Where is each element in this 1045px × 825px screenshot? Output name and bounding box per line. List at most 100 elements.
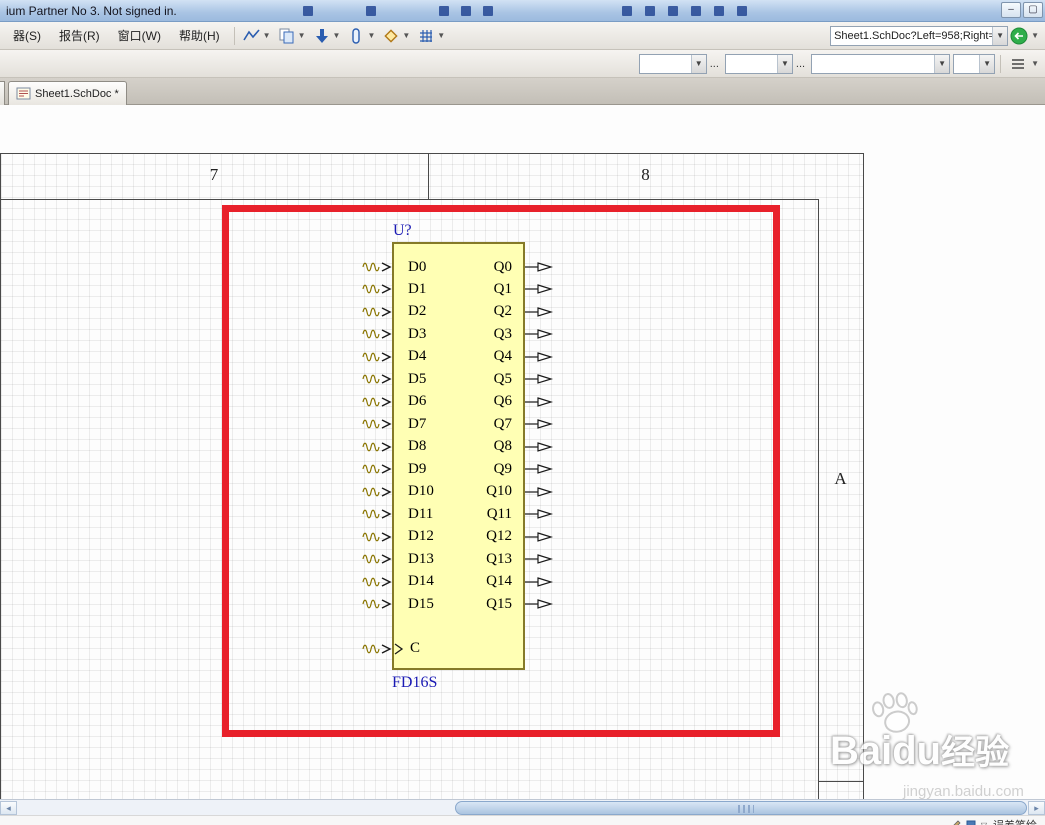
clock-pin-stub[interactable] bbox=[362, 643, 392, 655]
chevron-down-icon[interactable]: ▼ bbox=[979, 54, 995, 73]
pin-label-left: D4 bbox=[408, 348, 427, 365]
title-bar[interactable]: ium Partner No 3. Not signed in. – ▢ bbox=[0, 0, 1045, 22]
input-pin-stub[interactable] bbox=[362, 441, 392, 453]
input-pin-stub[interactable] bbox=[362, 396, 392, 408]
output-pin-stub[interactable] bbox=[525, 553, 555, 565]
input-pin-stub[interactable] bbox=[362, 463, 392, 475]
output-pin-stub[interactable] bbox=[525, 418, 555, 430]
filter-combo-2[interactable]: ▼ bbox=[811, 53, 951, 74]
component-name[interactable]: FD16S bbox=[392, 674, 437, 692]
list-options-button[interactable] bbox=[1007, 54, 1029, 74]
chevron-down-icon[interactable]: ▼ bbox=[437, 31, 445, 40]
input-pin-stub[interactable] bbox=[362, 283, 392, 295]
input-pin-stub[interactable] bbox=[362, 328, 392, 340]
pin-label-left: D9 bbox=[408, 460, 427, 477]
diamond-icon bbox=[381, 27, 401, 45]
input-pin-stub[interactable] bbox=[362, 418, 392, 430]
filter-combo-0[interactable]: ▼ bbox=[638, 53, 707, 74]
input-pin-stub[interactable] bbox=[362, 486, 392, 498]
wire-tool-button[interactable]: ▼ bbox=[241, 26, 274, 46]
scrollbar-thumb[interactable] bbox=[455, 801, 1027, 815]
component-designator[interactable]: U? bbox=[393, 222, 412, 240]
shape-icon[interactable] bbox=[966, 820, 976, 825]
ellipsis-label: ... bbox=[709, 57, 719, 70]
menu-item-3[interactable]: 帮助(H) bbox=[170, 23, 229, 48]
output-pin-stub[interactable] bbox=[525, 373, 555, 385]
output-pin-stub[interactable] bbox=[525, 328, 555, 340]
titlebar-glyph bbox=[737, 6, 747, 16]
pin-label-right: Q14 bbox=[486, 573, 512, 590]
pin-label-right: Q7 bbox=[493, 415, 512, 432]
chevron-down-icon[interactable]: ▼ bbox=[402, 31, 410, 40]
separator bbox=[233, 26, 235, 45]
filter-combo-1[interactable]: ▼ bbox=[724, 53, 793, 74]
menu-item-1[interactable]: 报告(R) bbox=[50, 23, 109, 48]
output-pin-stub[interactable] bbox=[525, 351, 555, 363]
menu-item-2[interactable]: 窗口(W) bbox=[109, 23, 170, 48]
status-text: 误差笔绘 bbox=[993, 817, 1037, 825]
pin-label-right: Q8 bbox=[493, 438, 512, 455]
input-pin-stub[interactable] bbox=[362, 508, 392, 520]
input-pin-stub[interactable] bbox=[362, 531, 392, 543]
grid-tool-button[interactable]: ▼ bbox=[415, 26, 448, 46]
chevron-down-icon[interactable]: ▼ bbox=[776, 54, 792, 73]
titlebar-glyph bbox=[439, 6, 449, 16]
partial-tab[interactable] bbox=[0, 81, 5, 105]
scroll-left-button[interactable]: ◂ bbox=[0, 801, 17, 815]
horizontal-scrollbar[interactable]: ◂ ▸ bbox=[0, 799, 1045, 815]
pin-label-right: Q5 bbox=[493, 370, 512, 387]
scroll-right-button[interactable]: ▸ bbox=[1028, 801, 1045, 815]
document-tab-bar: Sheet1.SchDoc * bbox=[0, 78, 1045, 105]
diamond-tool-button[interactable]: ▼ bbox=[380, 26, 413, 46]
wire-icon bbox=[242, 27, 262, 45]
input-pin-stub[interactable] bbox=[362, 351, 392, 363]
chevron-down-icon[interactable]: ▼ bbox=[1031, 31, 1039, 40]
menu-bar: 器(S) 报告(R) 窗口(W) 帮助(H) ▼ ▼ ▼ ▼ ▼ ▼ Sheet1.SchDoc… bbox=[0, 22, 1045, 50]
document-location-combo[interactable]: Sheet1.SchDoc?Left=958;Right= ▼ bbox=[830, 25, 1009, 46]
secondary-toolbar: ▼... ▼... ▼ ▼ ▼ bbox=[0, 50, 1045, 78]
chevron-down-icon[interactable]: ▼ bbox=[690, 54, 706, 73]
titlebar-glyph bbox=[668, 6, 678, 16]
input-pin-stub[interactable] bbox=[362, 576, 392, 588]
schematic-canvas[interactable]: 7 8 A U? FD16S C D0 Q0 D1 Q1 D2 Q2 D3 Q3 D4 Q4 D5 Q… bbox=[0, 105, 1045, 799]
pin-tool-button[interactable]: ▼ bbox=[345, 26, 378, 46]
output-pin-stub[interactable] bbox=[525, 508, 555, 520]
chevron-down-icon[interactable]: ▼ bbox=[934, 54, 950, 73]
output-pin-stub[interactable] bbox=[525, 598, 555, 610]
chevron-down-icon[interactable]: ▽ bbox=[981, 821, 987, 825]
pencil-icon[interactable] bbox=[950, 819, 962, 825]
tab-sheet1-schdoc[interactable]: Sheet1.SchDoc * bbox=[8, 81, 127, 105]
input-pin-stub[interactable] bbox=[362, 306, 392, 318]
menu-item-0[interactable]: 器(S) bbox=[4, 23, 50, 48]
arrow-down-tool-button[interactable]: ▼ bbox=[311, 26, 344, 46]
output-pin-stub[interactable] bbox=[525, 396, 555, 408]
pin-label-right: Q0 bbox=[493, 258, 512, 275]
input-pin-stub[interactable] bbox=[362, 261, 392, 273]
output-pin-stub[interactable] bbox=[525, 576, 555, 588]
chevron-down-icon[interactable]: ▼ bbox=[1031, 59, 1039, 68]
window-title: ium Partner No 3. Not signed in. bbox=[6, 3, 177, 18]
titlebar-glyph bbox=[303, 6, 313, 16]
chevron-down-icon[interactable]: ▼ bbox=[263, 31, 271, 40]
output-pin-stub[interactable] bbox=[525, 441, 555, 453]
output-pin-stub[interactable] bbox=[525, 261, 555, 273]
maximize-button[interactable]: ▢ bbox=[1023, 2, 1043, 18]
hamburger-icon bbox=[1008, 55, 1028, 73]
filter-combo-3[interactable]: ▼ bbox=[953, 53, 996, 74]
output-pin-stub[interactable] bbox=[525, 486, 555, 498]
chevron-down-icon[interactable]: ▼ bbox=[992, 26, 1008, 45]
chevron-down-icon[interactable]: ▼ bbox=[367, 31, 375, 40]
input-pin-stub[interactable] bbox=[362, 598, 392, 610]
navigate-back-button[interactable] bbox=[1010, 27, 1028, 45]
pin-label-right: Q2 bbox=[493, 303, 512, 320]
chevron-down-icon[interactable]: ▼ bbox=[333, 31, 341, 40]
output-pin-stub[interactable] bbox=[525, 283, 555, 295]
sheet-symbol-tool-button[interactable]: ▼ bbox=[276, 26, 309, 46]
input-pin-stub[interactable] bbox=[362, 553, 392, 565]
minimize-button[interactable]: – bbox=[1001, 2, 1021, 18]
output-pin-stub[interactable] bbox=[525, 531, 555, 543]
output-pin-stub[interactable] bbox=[525, 306, 555, 318]
input-pin-stub[interactable] bbox=[362, 373, 392, 385]
chevron-down-icon[interactable]: ▼ bbox=[298, 31, 306, 40]
output-pin-stub[interactable] bbox=[525, 463, 555, 475]
